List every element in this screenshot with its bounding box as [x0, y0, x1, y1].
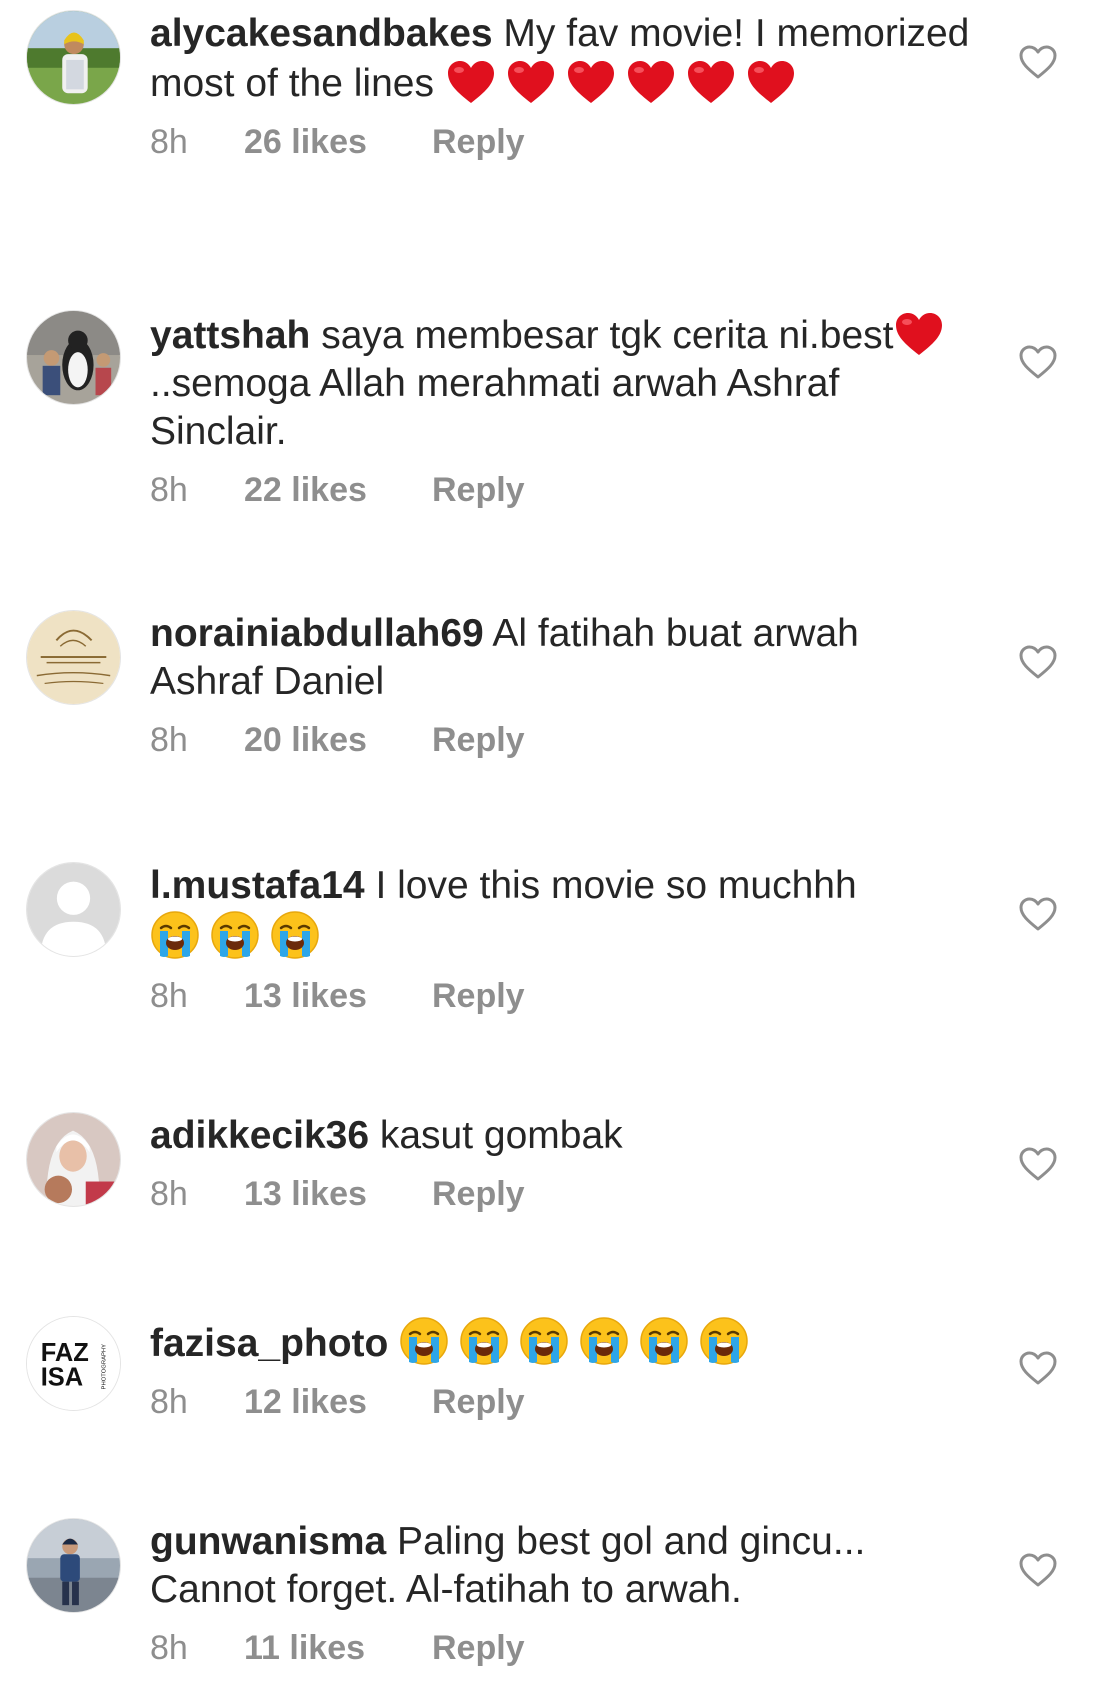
red-heart-emoji — [685, 58, 737, 106]
reply-button[interactable]: Reply — [432, 720, 525, 760]
loudly-crying-face-emoji — [519, 1316, 569, 1366]
comment-body: kasut gombak — [369, 1114, 623, 1157]
comment-body-continued: ..semoga Allah merahmati arwah Ashraf Si… — [150, 362, 840, 453]
heart-emoji-group — [893, 313, 953, 357]
avatar[interactable] — [26, 1112, 121, 1207]
comment-text: gunwanisma Paling best gol and gincu... … — [150, 1518, 980, 1614]
avatar-image — [27, 11, 120, 104]
avatar-logo-line3: PHOTOGRAPHY — [101, 1344, 107, 1390]
red-heart-emoji — [625, 58, 677, 106]
comment-time: 8h — [150, 1383, 188, 1421]
reply-button[interactable]: Reply — [432, 1382, 525, 1422]
comment-username[interactable]: adikkecik36 — [150, 1114, 369, 1157]
like-button[interactable] — [1018, 1552, 1058, 1588]
loudly-crying-face-emoji — [150, 910, 200, 960]
heart-emoji-group — [445, 61, 805, 105]
default-avatar-icon — [27, 863, 120, 956]
reply-button[interactable]: Reply — [432, 1174, 525, 1214]
cry-emoji-group — [150, 911, 330, 959]
avatar[interactable]: FAZ ISA PHOTOGRAPHY — [26, 1316, 121, 1411]
comment-text: alycakesandbakes My fav movie! I memoriz… — [150, 10, 980, 108]
red-heart-emoji — [745, 58, 797, 106]
comment-likes[interactable]: 13 likes — [244, 1174, 432, 1214]
loudly-crying-face-emoji — [399, 1316, 449, 1366]
comment-likes[interactable]: 13 likes — [244, 976, 432, 1016]
comment-time: 8h — [150, 1629, 188, 1667]
reply-button[interactable]: Reply — [432, 1628, 525, 1668]
red-heart-emoji — [565, 58, 617, 106]
comment-meta: 8h 11 likes Reply — [150, 1628, 980, 1668]
reply-button[interactable]: Reply — [432, 976, 525, 1016]
comment-meta: 8h 22 likes Reply — [150, 470, 980, 510]
heart-outline-icon — [1019, 645, 1057, 679]
comment-username[interactable]: gunwanisma — [150, 1520, 386, 1563]
loudly-crying-face-emoji — [579, 1316, 629, 1366]
comment-username[interactable]: l.mustafa14 — [150, 864, 365, 907]
comment-likes[interactable]: 22 likes — [244, 470, 432, 510]
comment-username[interactable]: alycakesandbakes — [150, 12, 493, 55]
comment-time: 8h — [150, 977, 188, 1015]
comment-time: 8h — [150, 1175, 188, 1213]
comment-text: norainiabdullah69 Al fatihah buat arwah … — [150, 610, 980, 706]
loudly-crying-face-emoji — [639, 1316, 689, 1366]
comment-meta: 8h 26 likes Reply — [150, 122, 980, 162]
avatar[interactable] — [26, 310, 121, 405]
heart-outline-icon — [1019, 1147, 1057, 1181]
avatar[interactable] — [26, 1518, 121, 1613]
heart-outline-icon — [1019, 345, 1057, 379]
comment-text: l.mustafa14 I love this movie so muchhh — [150, 862, 980, 962]
brand-logo-avatar: FAZ ISA PHOTOGRAPHY — [27, 1317, 120, 1410]
avatar-image — [27, 311, 120, 404]
like-button[interactable] — [1018, 344, 1058, 380]
like-button[interactable] — [1018, 896, 1058, 932]
avatar[interactable] — [26, 862, 121, 957]
comment-text: adikkecik36 kasut gombak — [150, 1112, 980, 1160]
heart-outline-icon — [1019, 45, 1057, 79]
comment-body — [388, 1322, 399, 1365]
reply-button[interactable]: Reply — [432, 122, 525, 162]
like-button[interactable] — [1018, 644, 1058, 680]
like-button[interactable] — [1018, 1146, 1058, 1182]
comment-body: saya membesar tgk cerita ni.best — [310, 314, 894, 357]
red-heart-emoji — [505, 58, 557, 106]
comment-likes[interactable]: 12 likes — [244, 1382, 432, 1422]
loudly-crying-face-emoji — [459, 1316, 509, 1366]
loudly-crying-face-emoji — [699, 1316, 749, 1366]
comment-meta: 8h 12 likes Reply — [150, 1382, 980, 1422]
comment-meta: 8h 13 likes Reply — [150, 1174, 980, 1214]
comment-time: 8h — [150, 471, 188, 509]
comment-username[interactable]: fazisa_photo — [150, 1322, 388, 1365]
loudly-crying-face-emoji — [210, 910, 260, 960]
comment-body: I love this movie so muchhh — [364, 864, 857, 907]
comment-text: yattshah saya membesar tgk cerita ni.bes… — [150, 310, 980, 456]
avatar-image — [27, 611, 120, 704]
loudly-crying-face-emoji — [270, 910, 320, 960]
comment-time: 8h — [150, 123, 188, 161]
reply-button[interactable]: Reply — [432, 470, 525, 510]
comment-text: fazisa_photo — [150, 1316, 980, 1368]
comment-meta: 8h 20 likes Reply — [150, 720, 980, 760]
like-button[interactable] — [1018, 1350, 1058, 1386]
comment-meta: 8h 13 likes Reply — [150, 976, 980, 1016]
comment-likes[interactable]: 20 likes — [244, 720, 432, 760]
red-heart-emoji — [893, 310, 945, 358]
comment-time: 8h — [150, 721, 188, 759]
avatar-image — [27, 1113, 120, 1206]
avatar-image — [27, 1519, 120, 1612]
avatar-logo-line2: ISA — [41, 1364, 83, 1392]
heart-outline-icon — [1019, 1351, 1057, 1385]
avatar[interactable] — [26, 610, 121, 705]
comment-username[interactable]: yattshah — [150, 314, 310, 357]
comment-likes[interactable]: 26 likes — [244, 122, 432, 162]
avatar[interactable] — [26, 10, 121, 105]
comment-likes[interactable]: 11 likes — [244, 1628, 432, 1668]
red-heart-emoji — [445, 58, 497, 106]
comment-username[interactable]: norainiabdullah69 — [150, 612, 484, 655]
heart-outline-icon — [1019, 897, 1057, 931]
heart-outline-icon — [1019, 1553, 1057, 1587]
like-button[interactable] — [1018, 44, 1058, 80]
cry-emoji-group — [399, 1317, 759, 1365]
